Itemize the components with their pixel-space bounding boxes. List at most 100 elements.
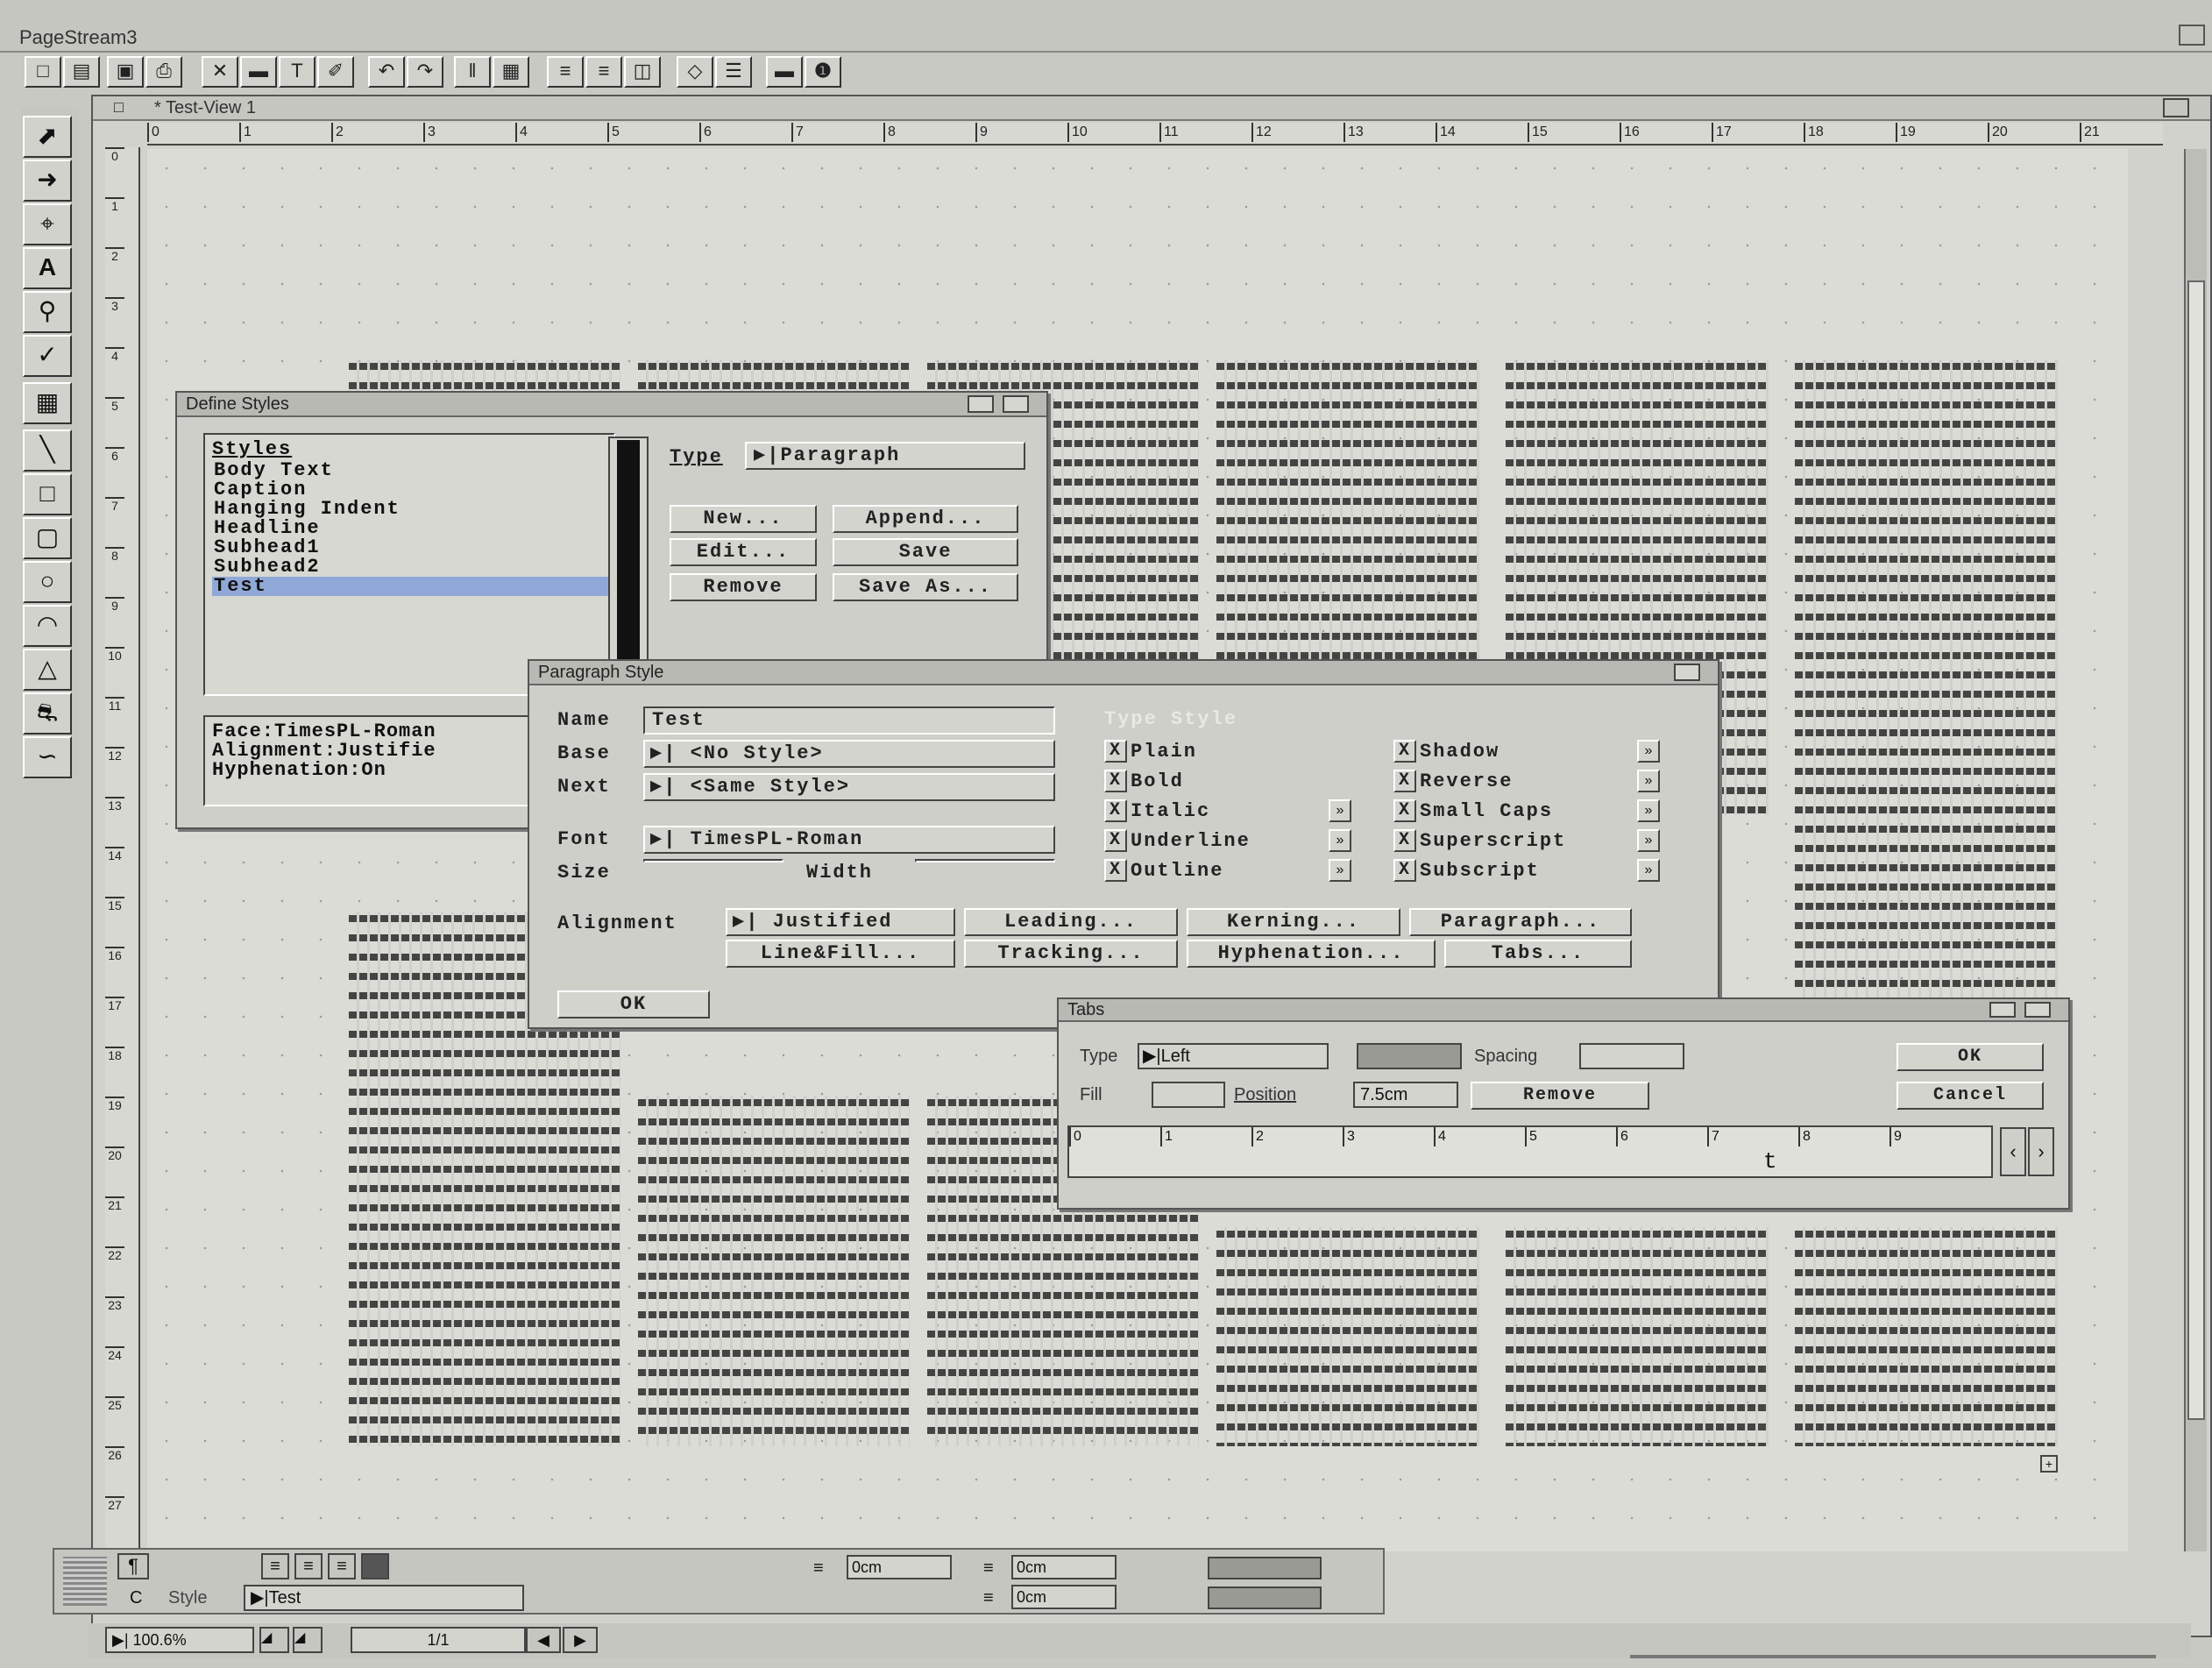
style-select[interactable]: ▶|Test xyxy=(244,1585,524,1611)
more-options-icon[interactable]: » xyxy=(1637,770,1660,792)
columns-icon[interactable]: ‖ xyxy=(454,56,491,88)
node-tool-icon[interactable]: ➜ xyxy=(23,160,72,202)
kerning-button[interactable]: Kerning... xyxy=(1187,908,1400,936)
alignment-select[interactable]: ▶| Justified xyxy=(726,908,955,936)
type-style-subscript-checkbox[interactable]: X Subscript xyxy=(1393,859,1540,884)
tabs-depth-gadget[interactable] xyxy=(2024,1002,2051,1018)
styles-scroll-thumb[interactable] xyxy=(617,440,640,677)
brush-icon[interactable]: ✐ xyxy=(317,56,354,88)
grid-icon[interactable]: ▦ xyxy=(493,56,529,88)
tabs-swatch[interactable] xyxy=(1357,1043,1462,1069)
arc-tool-icon[interactable]: ◠ xyxy=(23,605,72,647)
zoom-field[interactable]: ▶| 100.6% xyxy=(105,1627,254,1653)
tabs-remove-button[interactable]: Remove xyxy=(1471,1082,1649,1110)
zoom-tool-icon[interactable]: ⚲ xyxy=(23,291,72,333)
next-page-icon[interactable]: ▶ xyxy=(563,1627,598,1653)
text-column-11[interactable] xyxy=(1506,1227,1769,1446)
paragraph-style-titlebar[interactable]: Paragraph Style xyxy=(529,661,1718,685)
save-as-button[interactable]: Save As... xyxy=(833,573,1018,601)
line-tool-icon[interactable]: ╲ xyxy=(23,429,72,472)
copy-icon[interactable]: ▬ xyxy=(240,56,277,88)
paragraph-mark-icon[interactable]: ¶ xyxy=(117,1553,149,1579)
paste-icon[interactable]: T xyxy=(279,56,315,88)
type-style-superscript-checkbox[interactable]: X Superscript xyxy=(1393,829,1566,854)
align-left-icon[interactable]: ≡ xyxy=(547,56,584,88)
view-close-gadget[interactable]: □ xyxy=(114,98,124,117)
align-right-palette-icon[interactable]: ≡ xyxy=(328,1553,356,1579)
text-column-12[interactable] xyxy=(1795,1227,2058,1446)
arrow-tool-icon[interactable]: ⬈ xyxy=(23,116,72,158)
type-style-italic-checkbox[interactable]: X Italic xyxy=(1104,799,1210,824)
palette-grip-icon[interactable] xyxy=(63,1557,107,1606)
width-field[interactable] xyxy=(915,859,1055,862)
paragraph-style-depth-gadget[interactable] xyxy=(1674,664,1700,681)
size-field[interactable] xyxy=(643,859,783,862)
column-tool-icon[interactable]: ▦ xyxy=(23,382,72,424)
next-select[interactable]: ▶| <Same Style> xyxy=(643,773,1055,801)
tabs-ruler[interactable]: 0 1 2 3 4 5 6 7 8 9 t xyxy=(1067,1125,1993,1178)
rectangle-tool-icon[interactable]: □ xyxy=(23,473,72,515)
define-styles-zoom-gadget[interactable] xyxy=(968,395,994,413)
type-style-outline-checkbox[interactable]: X Outline xyxy=(1104,859,1223,884)
style-list-item[interactable]: Body Text xyxy=(212,461,608,480)
type-style-plain-checkbox[interactable]: X Plain xyxy=(1104,740,1197,764)
align-center-icon[interactable]: ≡ xyxy=(585,56,622,88)
more-options-icon[interactable]: » xyxy=(1637,740,1660,763)
define-styles-depth-gadget[interactable] xyxy=(1003,395,1029,413)
tabs-ruler-prev-icon[interactable]: ‹ xyxy=(2000,1127,2026,1176)
tracking-button[interactable]: Tracking... xyxy=(964,940,1178,968)
vertical-ruler[interactable]: 0 1 2 3 4 5 6 7 8 9 10 11 12 13 14 15 16 17 18 19 20 21 22 23 24… xyxy=(105,147,140,1558)
print-icon[interactable]: ⎙ xyxy=(145,56,182,88)
select-icon[interactable]: ◇ xyxy=(677,56,713,88)
view-zoom-gadget[interactable] xyxy=(2163,98,2189,117)
column-link-icon[interactable]: + xyxy=(2040,1455,2058,1473)
line-color-swatch[interactable] xyxy=(1208,1586,1322,1609)
type-style-bold-checkbox[interactable]: X Bold xyxy=(1104,770,1184,794)
undo-icon[interactable]: ↶ xyxy=(368,56,405,88)
type-style-reverse-checkbox[interactable]: X Reverse xyxy=(1393,770,1513,794)
tabs-type-select[interactable]: ▶|Left xyxy=(1138,1043,1329,1069)
leading-button[interactable]: Leading... xyxy=(964,908,1178,936)
horizontal-ruler[interactable]: 0 1 2 3 4 5 6 7 8 9 10 11 12 13 14 15 16 17 18 19 20 21 xyxy=(147,123,2163,146)
zoom-in-icon[interactable]: ◢ xyxy=(293,1627,323,1653)
open-icon[interactable]: ▤ xyxy=(63,56,100,88)
style-list-item[interactable]: Subhead1 xyxy=(212,538,608,557)
zoom-out-icon[interactable]: ◢ xyxy=(259,1627,289,1653)
append-button[interactable]: Append... xyxy=(833,505,1018,533)
style-list-item[interactable]: Subhead2 xyxy=(212,557,608,577)
ok-button[interactable]: OK xyxy=(557,990,710,1019)
window-depth-gadget[interactable] xyxy=(2179,25,2205,46)
cut-icon[interactable]: ✕ xyxy=(202,56,238,88)
info-icon[interactable]: ❶ xyxy=(805,56,841,88)
new-button[interactable]: New... xyxy=(670,505,817,533)
tabs-titlebar[interactable]: Tabs xyxy=(1059,999,2068,1022)
page-field[interactable]: 1/1 xyxy=(351,1627,526,1653)
text-tool-icon[interactable]: A xyxy=(23,247,72,289)
type-style-underline-checkbox[interactable]: X Underline xyxy=(1104,829,1251,854)
redo-icon[interactable]: ↷ xyxy=(407,56,443,88)
save-icon[interactable]: ▣ xyxy=(107,56,144,88)
pen-tool-icon[interactable]: ⛐ xyxy=(23,692,72,735)
eyedropper-tool-icon[interactable]: ✓ xyxy=(23,335,72,377)
new-document-icon[interactable]: □ xyxy=(25,56,61,88)
more-options-icon[interactable]: » xyxy=(1637,799,1660,822)
style-list-item[interactable]: Caption xyxy=(212,480,608,500)
save-button[interactable]: Save xyxy=(833,538,1018,566)
space-below-field[interactable]: 0cm xyxy=(1011,1585,1117,1609)
more-options-icon[interactable]: » xyxy=(1329,799,1351,822)
tabs-position-field[interactable]: 7.5cm xyxy=(1353,1082,1458,1108)
horizontal-scrollbar[interactable] xyxy=(1630,1655,2156,1658)
style-list-item[interactable]: Test xyxy=(212,577,608,596)
paragraph-button[interactable]: Paragraph... xyxy=(1409,908,1632,936)
styles-scrollbar[interactable] xyxy=(608,437,649,682)
style-list-item[interactable]: Headline xyxy=(212,519,608,538)
remove-button[interactable]: Remove xyxy=(670,573,817,601)
rounded-rect-tool-icon[interactable]: ▢ xyxy=(23,517,72,559)
text-column-8[interactable] xyxy=(638,1096,910,1446)
tabs-ruler-next-icon[interactable]: › xyxy=(2028,1127,2054,1176)
minus-icon[interactable]: ▬ xyxy=(766,56,803,88)
hyphenation-button[interactable]: Hyphenation... xyxy=(1187,940,1436,968)
font-select[interactable]: ▶| TimesPL-Roman xyxy=(643,826,1055,854)
text-column-10[interactable] xyxy=(1216,1227,1479,1446)
tabs-fill-field[interactable] xyxy=(1152,1082,1225,1108)
